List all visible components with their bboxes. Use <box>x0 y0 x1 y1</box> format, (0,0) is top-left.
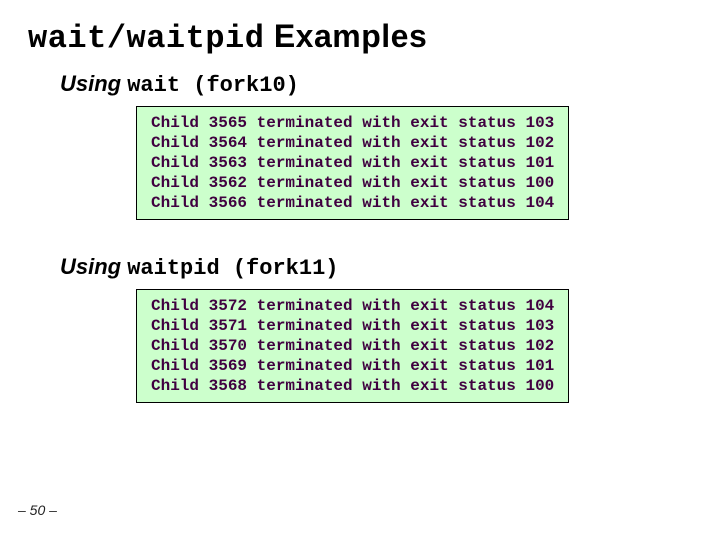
title-rest: Examples <box>264 18 427 54</box>
section1-code: wait (fork10) <box>127 73 299 98</box>
title-code: wait/waitpid <box>28 20 264 57</box>
section1-prefix: Using <box>60 71 127 96</box>
output-line: Child 3572 terminated with exit status 1… <box>151 296 554 316</box>
output-box-wait: Child 3565 terminated with exit status 1… <box>136 106 569 220</box>
slide: wait/waitpid Examples Using wait (fork10… <box>0 0 720 540</box>
output-line: Child 3565 terminated with exit status 1… <box>151 113 554 133</box>
section2-prefix: Using <box>60 254 127 279</box>
output-line: Child 3562 terminated with exit status 1… <box>151 173 554 193</box>
output-box-waitpid: Child 3572 terminated with exit status 1… <box>136 289 569 403</box>
output-line: Child 3568 terminated with exit status 1… <box>151 376 554 396</box>
page-title: wait/waitpid Examples <box>28 18 692 57</box>
section-label-wait: Using wait (fork10) <box>60 71 692 98</box>
section2-code: waitpid (fork11) <box>127 256 338 281</box>
output-line: Child 3569 terminated with exit status 1… <box>151 356 554 376</box>
output-line: Child 3563 terminated with exit status 1… <box>151 153 554 173</box>
output-line: Child 3571 terminated with exit status 1… <box>151 316 554 336</box>
output-line: Child 3564 terminated with exit status 1… <box>151 133 554 153</box>
output-line: Child 3570 terminated with exit status 1… <box>151 336 554 356</box>
page-number: – 50 – <box>18 502 57 518</box>
section-label-waitpid: Using waitpid (fork11) <box>60 254 692 281</box>
output-line: Child 3566 terminated with exit status 1… <box>151 193 554 213</box>
